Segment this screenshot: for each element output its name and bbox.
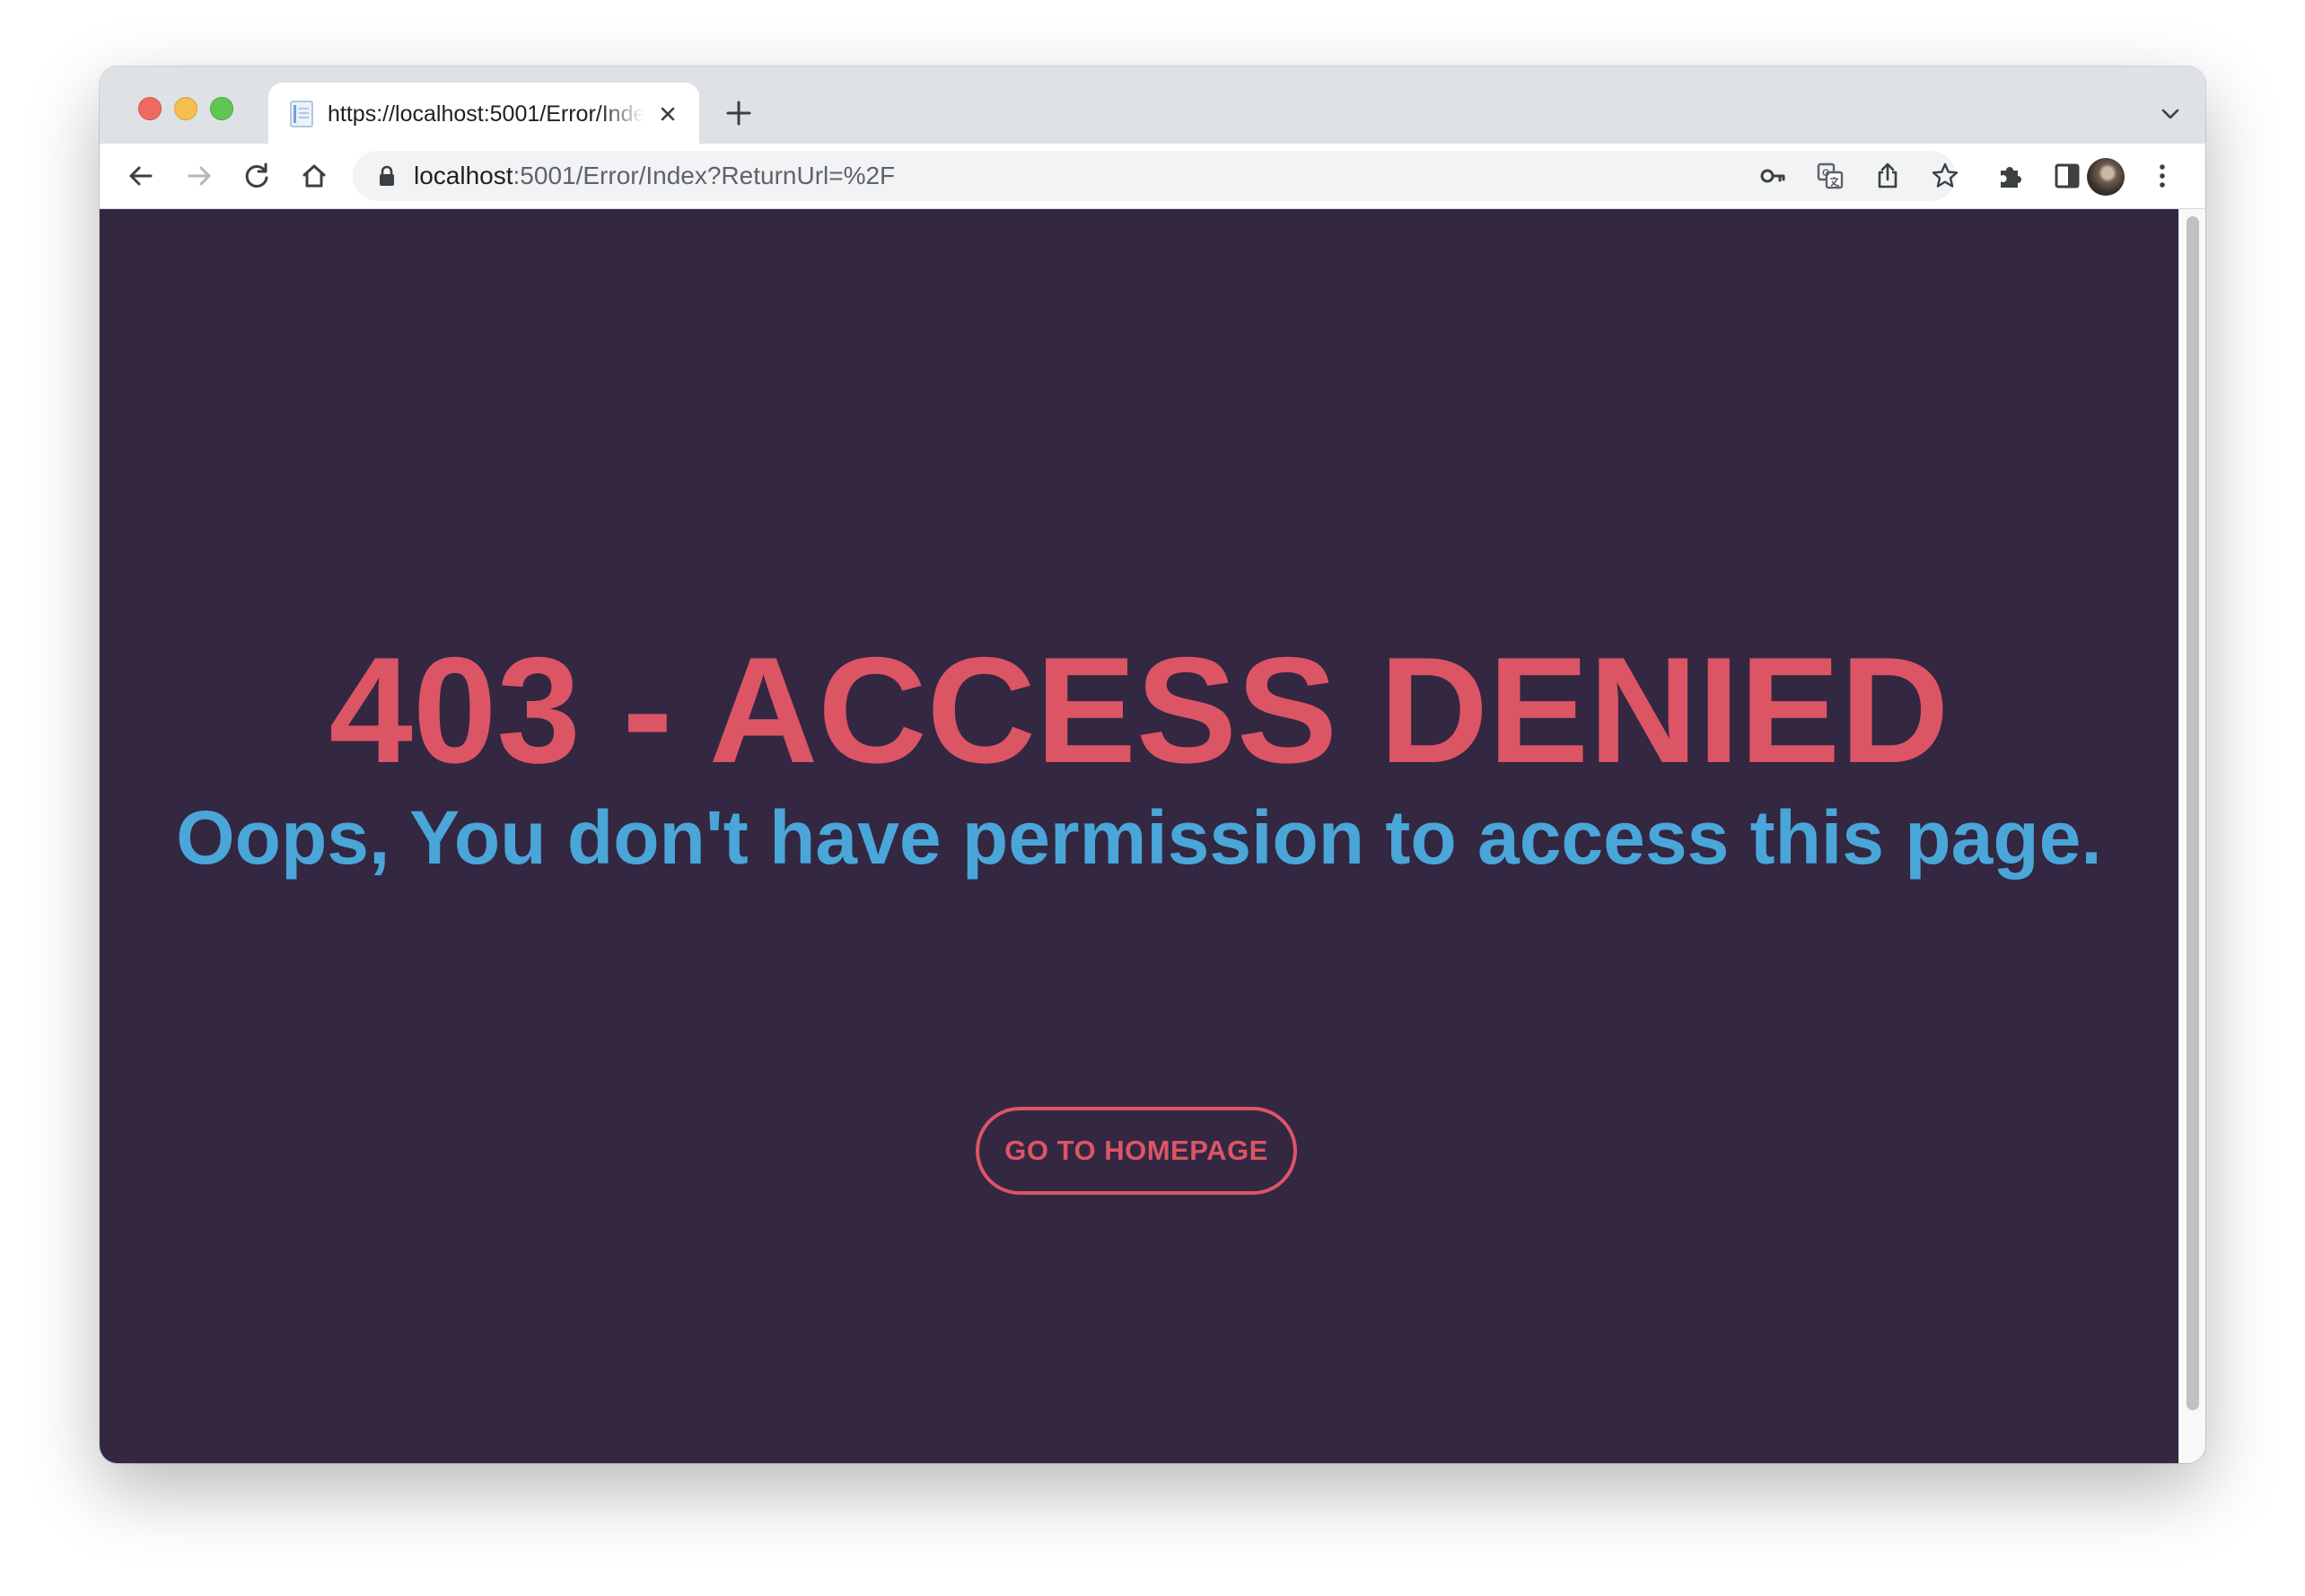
translate-icon[interactable]: G xyxy=(1816,162,1845,190)
close-icon[interactable] xyxy=(654,101,681,127)
profile-avatar[interactable] xyxy=(2087,158,2125,196)
reload-icon[interactable] xyxy=(241,160,273,192)
forward-arrow-icon[interactable] xyxy=(183,160,215,192)
scrollbar[interactable] xyxy=(2178,209,2205,1463)
star-icon[interactable] xyxy=(1931,162,1959,190)
share-icon[interactable] xyxy=(1873,162,1902,190)
scrollbar-thumb[interactable] xyxy=(2187,216,2199,1410)
plus-icon[interactable] xyxy=(723,97,755,129)
page-content: 403 - ACCESS DENIED Oops, You don't have… xyxy=(100,209,2178,1463)
browser-tab[interactable]: https://localhost:5001/Error/Index?Retur… xyxy=(268,83,699,144)
url-text[interactable]: localhost:5001/Error/Index?ReturnUrl=%2F xyxy=(414,160,895,192)
window-close-button[interactable] xyxy=(138,97,162,120)
svg-text:G: G xyxy=(1822,168,1830,179)
key-icon[interactable] xyxy=(1758,162,1787,190)
document-favicon-icon xyxy=(290,101,313,127)
error-message: Oops, You don't have permission to acces… xyxy=(176,795,2102,880)
chevron-down-icon[interactable] xyxy=(2159,102,2182,126)
home-icon[interactable] xyxy=(298,160,330,192)
more-vertical-icon[interactable] xyxy=(2146,160,2178,192)
side-panel-icon[interactable] xyxy=(2051,160,2083,192)
lock-icon[interactable] xyxy=(374,163,399,189)
extensions-puzzle-icon[interactable] xyxy=(1994,160,2026,192)
browser-toolbar: localhost:5001/Error/Index?ReturnUrl=%2F… xyxy=(100,144,2205,209)
window-maximize-button[interactable] xyxy=(210,97,233,120)
tab-strip: https://localhost:5001/Error/Index?Retur… xyxy=(100,66,2205,144)
tab-title: https://localhost:5001/Error/Index?Retur… xyxy=(328,101,644,127)
window-minimize-button[interactable] xyxy=(174,97,197,120)
go-to-homepage-button[interactable]: GO TO HOMEPAGE xyxy=(976,1107,1297,1195)
address-bar[interactable]: localhost:5001/Error/Index?ReturnUrl=%2F… xyxy=(353,151,1959,201)
error-heading: 403 - ACCESS DENIED xyxy=(329,626,1950,794)
browser-window: https://localhost:5001/Error/Index?Retur… xyxy=(100,66,2205,1463)
url-host: localhost xyxy=(414,162,513,189)
back-arrow-icon[interactable] xyxy=(125,160,157,192)
url-path: :5001/Error/Index?ReturnUrl=%2F xyxy=(513,162,896,189)
